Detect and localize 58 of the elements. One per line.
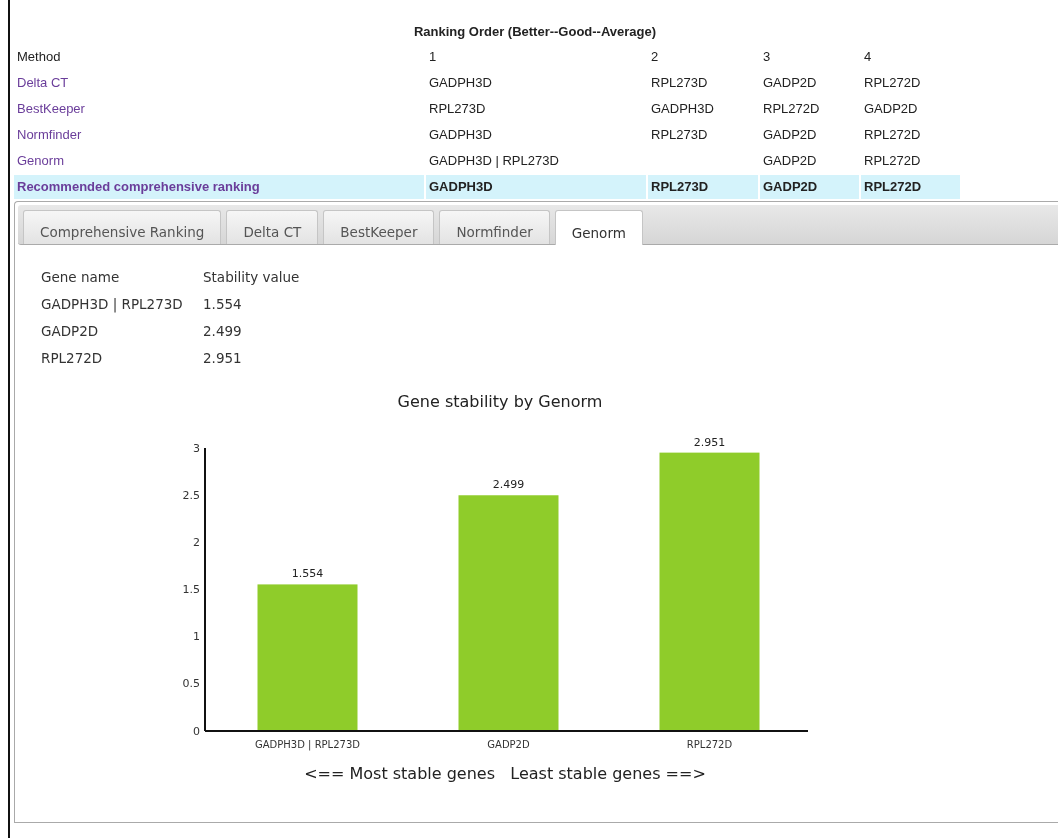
tab[interactable]: Genorm — [554, 210, 643, 245]
table-cell-text: GADPH3D | RPL273D — [41, 295, 184, 313]
column-header: 1 — [428, 48, 438, 66]
table-cell: GADPH3D — [426, 175, 646, 199]
column-header: 4 — [863, 48, 873, 66]
value-label: 2.499 — [492, 478, 525, 492]
tick-label: 1.5 — [182, 583, 200, 596]
column-header: Gene name — [41, 268, 121, 286]
table-cell-text: GADP2D — [863, 100, 919, 118]
table-cell-text: RPL273D — [650, 126, 709, 144]
column-header: Stability value — [203, 268, 300, 286]
method-link[interactable]: BestKeeper — [14, 97, 424, 121]
table-cell-text: GADPH3D | RPL273D — [428, 152, 560, 170]
table-cell-text: GADPH3D — [650, 100, 715, 118]
table-cell-text: 1.554 — [203, 295, 243, 313]
tab[interactable]: BestKeeper — [323, 210, 435, 244]
table-cell-text: RPL272D — [863, 126, 922, 144]
method-link[interactable]: Delta CT — [14, 71, 424, 95]
tick-label: 2 — [193, 535, 200, 549]
chart-title: Gene stability by Genorm — [397, 392, 603, 411]
column-header: 3 — [762, 48, 772, 66]
table-title: Ranking Order (Better--Good--Average) — [412, 23, 658, 41]
tab[interactable]: Comprehensive Ranking — [23, 210, 222, 244]
table-cell-text: RPL272D — [762, 100, 821, 118]
table-cell-text: 2.951 — [203, 349, 243, 367]
table-cell-text: RPL273D — [428, 100, 487, 118]
column-header: 2 — [650, 48, 660, 66]
table-cell-text: 2.499 — [203, 322, 243, 340]
tick-label: 0 — [193, 724, 200, 738]
category-label: RPL272D — [686, 739, 733, 750]
method-link[interactable]: Recommended comprehensive ranking — [14, 175, 424, 199]
table-cell: GADP2D — [760, 175, 859, 199]
table-cell-text: GADP2D — [762, 152, 818, 170]
table-cell: RPL272D — [861, 175, 960, 199]
table-cell-text: GADPH3D — [428, 74, 493, 92]
table-cell: RPL273D — [648, 175, 758, 199]
table-cell-text: RPL272D — [863, 152, 922, 170]
column-header: Method — [16, 48, 62, 66]
table-cell-text: GADP2D — [762, 74, 818, 92]
category-label: GADPH3D | RPL273D — [255, 739, 360, 750]
value-label: 1.554 — [291, 567, 324, 581]
table-cell-text: RPL272D — [41, 349, 104, 367]
method-link[interactable]: Genorm — [14, 149, 424, 173]
tick-label: 2.5 — [182, 488, 200, 502]
tick-label: 0.5 — [182, 677, 200, 691]
tick-label: 1 — [193, 630, 200, 644]
table-cell-text: GADP2D — [762, 126, 818, 144]
tab[interactable]: Delta CT — [226, 210, 319, 244]
table-cell-text: GADPH3D — [428, 126, 493, 144]
table-cell-text: GADP2D — [41, 322, 100, 340]
table-cell-text: RPL272D — [863, 74, 922, 92]
value-label: 2.951 — [693, 435, 726, 449]
tab[interactable]: Normfinder — [439, 210, 550, 244]
table-cell-text: RPL273D — [650, 74, 709, 92]
axis-label: <== Most stable genes Least stable genes ==> — [304, 764, 706, 783]
method-link[interactable]: Normfinder — [14, 123, 424, 147]
category-label: GADP2D — [487, 739, 530, 750]
tick-label: 3 — [193, 441, 200, 455]
